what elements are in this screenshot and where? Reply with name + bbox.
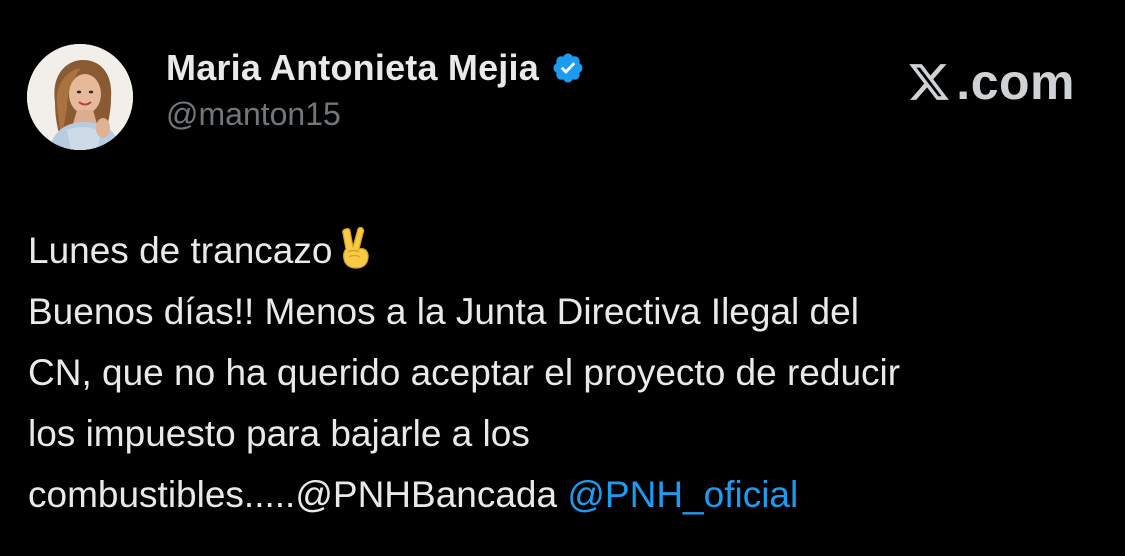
x-logo-icon [906, 60, 952, 104]
brand-domain-text: .com [956, 54, 1075, 110]
victory-hand-emoji-icon [336, 225, 376, 269]
tweet-card: Maria Antonieta Mejia @manton15 .com Lun… [0, 0, 1125, 556]
x-brand[interactable]: .com [906, 52, 1075, 112]
tweet-text: Lunes de trancazo Buenos días!! Menos a … [28, 220, 1098, 525]
mention-pnh-oficial[interactable]: @PNH_oficial [567, 474, 798, 515]
author-name-row: Maria Antonieta Mejia [166, 46, 585, 90]
tweet-line-3: CN, que no ha querido aceptar el proyect… [28, 352, 901, 393]
mention-pnhbancada[interactable]: @PNHBancada [295, 474, 557, 515]
profile-photo [27, 44, 133, 150]
tweet-line-5: combustibles.....@PNHBancada @PNH_oficia… [28, 464, 1098, 525]
tweet-line-2: Buenos días!! Menos a la Junta Directiva… [28, 291, 859, 332]
tweet-line-5-text: combustibles..... [28, 474, 296, 515]
tweet-line-1-text: Lunes de trancazo [28, 230, 333, 271]
verified-badge-icon [551, 51, 585, 85]
display-name[interactable]: Maria Antonieta Mejia [166, 47, 539, 89]
author-handle[interactable]: @manton15 [166, 96, 341, 133]
tweet-line-4: los impuesto para bajarle a los [28, 413, 530, 454]
tweet-line-1: Lunes de trancazo [28, 220, 1098, 281]
avatar[interactable] [27, 44, 133, 150]
